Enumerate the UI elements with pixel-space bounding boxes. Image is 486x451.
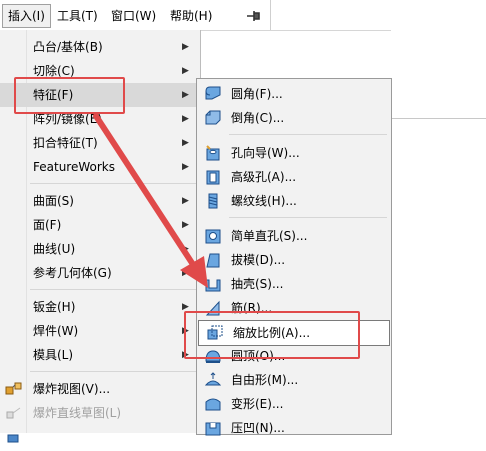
annotation-arrow bbox=[93, 113, 208, 288]
annotation-arrow-shaft bbox=[93, 113, 195, 266]
